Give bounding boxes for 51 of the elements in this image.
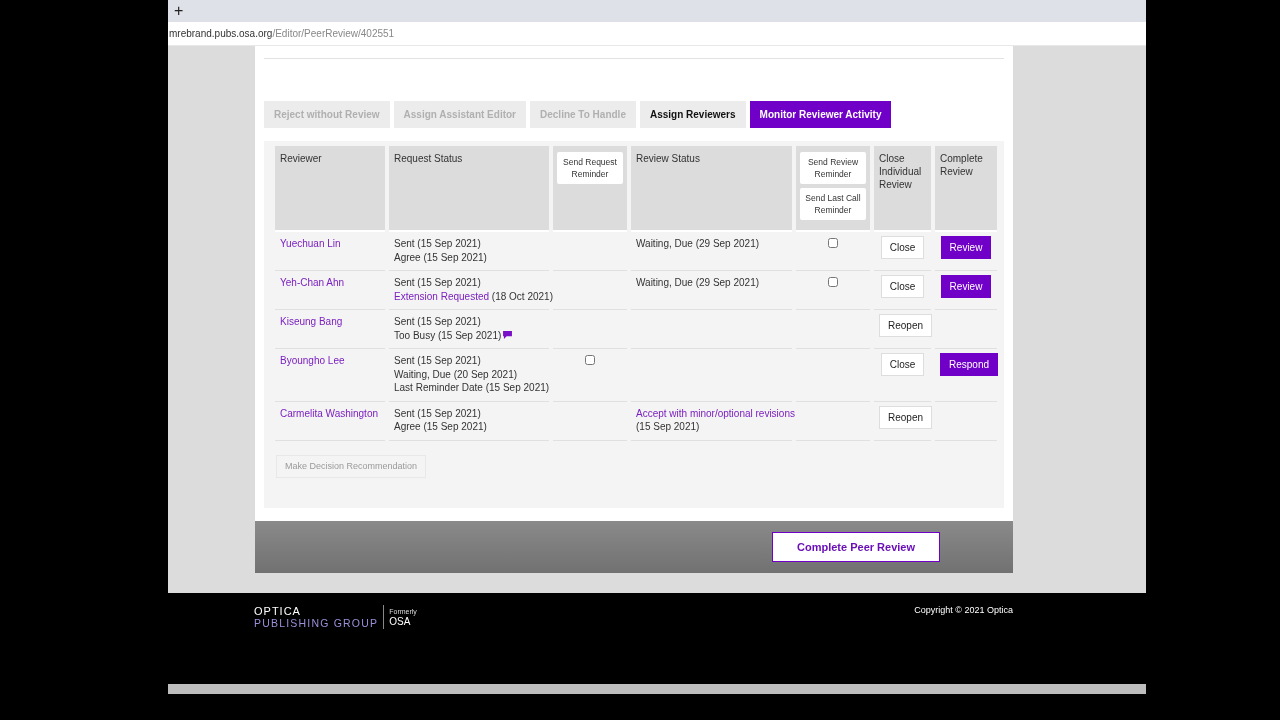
close-review-button[interactable]: Close: [880, 275, 925, 298]
complete-review-button[interactable]: Respond: [940, 353, 999, 376]
reviewer-link[interactable]: Kiseung Bang: [280, 316, 343, 327]
status-text: Sent (15 Sep 2021): [394, 315, 481, 329]
checkbox[interactable]: [828, 277, 838, 287]
status-text: Waiting, Due (29 Sep 2021): [636, 276, 760, 290]
reviewer-link[interactable]: Carmelita Washington: [280, 407, 378, 419]
status-text: Sent (15 Sep 2021): [394, 237, 481, 251]
status-text: Waiting, Due (20 Sep 2021): [394, 367, 518, 381]
status-text: Extension Requested (18 Oct 2021): [394, 289, 553, 303]
status-text: Sent (15 Sep 2021): [394, 354, 481, 368]
logo-title: OPTICA: [254, 605, 302, 617]
status-text: Agree (15 Sep 2021): [394, 420, 487, 434]
checkbox[interactable]: [585, 355, 595, 365]
complete-review-button[interactable]: Review: [940, 275, 992, 298]
reviewer-link[interactable]: Byoungho Lee: [280, 355, 345, 366]
logo-subtitle: PUBLISHING GROUP: [254, 617, 379, 629]
column-header: Complete Review: [940, 153, 983, 177]
close-review-button[interactable]: Reopen: [879, 314, 933, 337]
status-text: Agree (15 Sep 2021): [394, 250, 487, 264]
column-header: Request Status: [394, 153, 463, 164]
copyright-text: Copyright © 2021 Optica: [914, 605, 1013, 615]
column-header: Review Status: [636, 153, 700, 164]
reviewer-link[interactable]: Yeh-Chan Ahn: [280, 277, 345, 288]
checkbox[interactable]: [828, 238, 838, 248]
close-review-button[interactable]: Reopen: [879, 405, 933, 429]
status-text: Sent (15 Sep 2021): [394, 406, 481, 420]
tab[interactable]: Assign Reviewers: [639, 101, 746, 128]
status-text: Sent (15 Sep 2021): [394, 276, 481, 290]
reviewer-link[interactable]: Yuechuan Lin: [280, 238, 341, 249]
former-name: OSA: [389, 615, 411, 628]
reminder-button[interactable]: Send Request Reminder: [557, 152, 623, 184]
tab[interactable]: Monitor Reviewer Activity: [749, 101, 892, 128]
status-text: Too Busy (15 Sep 2021): [394, 328, 502, 342]
status-text: (15 Sep 2021): [636, 420, 700, 434]
status-link[interactable]: Accept with minor/optional revisions: [636, 406, 795, 420]
close-review-button[interactable]: Close: [880, 236, 925, 259]
comment-icon[interactable]: [503, 331, 513, 340]
status-text: Waiting, Due (29 Sep 2021): [636, 237, 760, 251]
reminder-button[interactable]: Send Last Call Reminder: [800, 188, 866, 220]
complete-review-button[interactable]: Review: [940, 236, 992, 259]
new-tab-button[interactable]: +: [174, 3, 184, 19]
status-text: Last Reminder Date (15 Sep 2021): [394, 381, 550, 395]
address-bar[interactable]: mrebrand.pubs.osa.org/Editor/PeerReview/402551: [168, 22, 1146, 46]
status-link[interactable]: Extension Requested: [394, 290, 490, 302]
column-header: Close Individual Review: [879, 153, 922, 190]
complete-peer-review-button[interactable]: Complete Peer Review: [772, 532, 940, 562]
close-review-button[interactable]: Close: [880, 353, 925, 376]
column-header: Reviewer: [280, 153, 322, 164]
horizontal-scrollbar[interactable]: [168, 684, 1146, 694]
reminder-button[interactable]: Send Review Reminder: [800, 152, 866, 184]
